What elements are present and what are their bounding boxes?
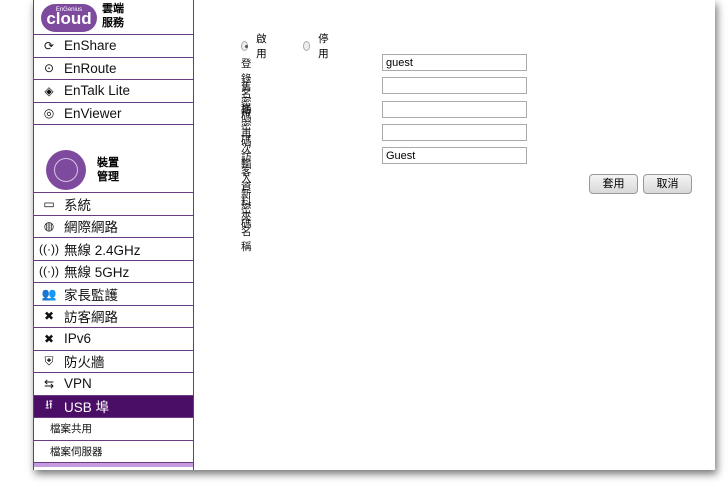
- sidebar-item-usb[interactable]: ⭿ USB 埠: [34, 395, 193, 418]
- enable-label: 啟用: [256, 33, 267, 60]
- sidebar-item-label: 無線 2.4GHz: [64, 242, 141, 258]
- disable-radio[interactable]: 停用: [303, 31, 332, 61]
- sidebar-item-label: EnRoute: [64, 60, 117, 76]
- device-management-header: 裝置管理: [34, 125, 193, 193]
- wireless-icon: ((·)): [39, 241, 59, 256]
- sidebar-item-enroute[interactable]: ⊙ EnRoute: [34, 58, 193, 80]
- sidebar-item-label: EnTalk Lite: [64, 83, 131, 99]
- sync-icon: ⟳: [43, 38, 55, 53]
- app-window: EnGenius cloud 雲端服務 ⟳ EnShare ⊙ EnRoute ◈ En…: [33, 0, 715, 470]
- confirm-password-input[interactable]: [382, 124, 527, 141]
- globe-icon: ◍: [43, 219, 55, 234]
- users-icon: 👥: [41, 286, 57, 301]
- device-icon: [46, 150, 86, 190]
- sidebar-item-label: 無線 5GHz: [64, 265, 130, 281]
- cloud-services-title: 雲端服務: [102, 3, 124, 29]
- location-pin-icon: ⊙: [43, 61, 55, 76]
- sidebar-item-enviewer[interactable]: ◎ EnViewer: [34, 103, 193, 125]
- arrows-icon: ⇆: [43, 376, 55, 391]
- sidebar-item-wireless-24[interactable]: ((·)) 無線 2.4GHz: [34, 238, 193, 261]
- talk-icon: ◈: [44, 83, 54, 98]
- cancel-button[interactable]: 取消: [643, 174, 692, 194]
- engenius-cloud-logo: EnGenius cloud: [41, 4, 97, 32]
- guest-folder-label: 訪客資料夾名稱: [241, 151, 252, 253]
- sidebar-item-label: 網際網路: [64, 220, 118, 236]
- tools-icon: ✖: [43, 309, 55, 324]
- cloud-services-header: EnGenius cloud 雲端服務: [34, 0, 193, 35]
- device-management-title: 裝置管理: [97, 157, 119, 183]
- sidebar-item-internet[interactable]: ◍ 網際網路: [34, 216, 193, 238]
- sidebar-footer-bar: [34, 463, 193, 467]
- sidebar-subitem-file-server[interactable]: 檔案伺服器: [34, 441, 193, 463]
- monitor-icon: ▭: [43, 196, 55, 211]
- sidebar-item-label: USB 埠: [64, 400, 110, 416]
- disable-label: 停用: [318, 33, 329, 60]
- camera-icon: ◎: [43, 106, 55, 121]
- sidebar-item-wireless-5[interactable]: ((·)) 無線 5GHz: [34, 261, 193, 283]
- sidebar-item-label: EnShare: [64, 38, 117, 54]
- sidebar-subitem-file-sharing[interactable]: 檔案共用: [34, 418, 193, 441]
- sidebar-item-ipv6[interactable]: ✖ IPv6: [34, 328, 193, 351]
- sidebar-item-system[interactable]: ▭ 系統: [34, 193, 193, 216]
- radio-unchecked-icon: [303, 41, 311, 51]
- shield-icon: ⛨: [44, 353, 54, 368]
- sidebar-item-entalk[interactable]: ◈ EnTalk Lite: [34, 80, 193, 103]
- apply-button[interactable]: 套用: [589, 174, 638, 194]
- sidebar-item-label: VPN: [64, 376, 92, 392]
- radio-checked-icon: [241, 41, 249, 51]
- sidebar-item-vpn[interactable]: ⇆ VPN: [34, 373, 193, 396]
- sidebar-item-enshare[interactable]: ⟳ EnShare: [34, 35, 193, 58]
- sidebar-item-label: EnViewer: [64, 105, 122, 121]
- sidebar-item-label: IPv6: [64, 331, 92, 347]
- sidebar-item-label: 防火牆: [64, 355, 105, 371]
- sidebar-item-guest-network[interactable]: ✖ 訪客網路: [34, 306, 193, 328]
- tools-icon: ✖: [43, 331, 55, 346]
- guest-folder-input[interactable]: [382, 147, 527, 164]
- sidebar-item-label: 系統: [64, 197, 91, 213]
- new-password-input[interactable]: [382, 101, 527, 118]
- sidebar-item-label: 家長監護: [64, 287, 118, 303]
- sidebar-item-firewall[interactable]: ⛨ 防火牆: [34, 351, 193, 373]
- sidebar-item-label: 訪客網路: [64, 310, 118, 326]
- sidebar-item-parental[interactable]: 👥 家長監護: [34, 283, 193, 306]
- logo-brand: EnGenius: [55, 7, 83, 13]
- login-name-input[interactable]: [382, 54, 527, 71]
- wireless-icon: ((·)): [39, 264, 59, 279]
- old-password-input[interactable]: [382, 77, 527, 94]
- sidebar: EnGenius cloud 雲端服務 ⟳ EnShare ⊙ EnRoute ◈ En…: [33, 0, 194, 470]
- usb-icon: ⭿: [45, 397, 53, 412]
